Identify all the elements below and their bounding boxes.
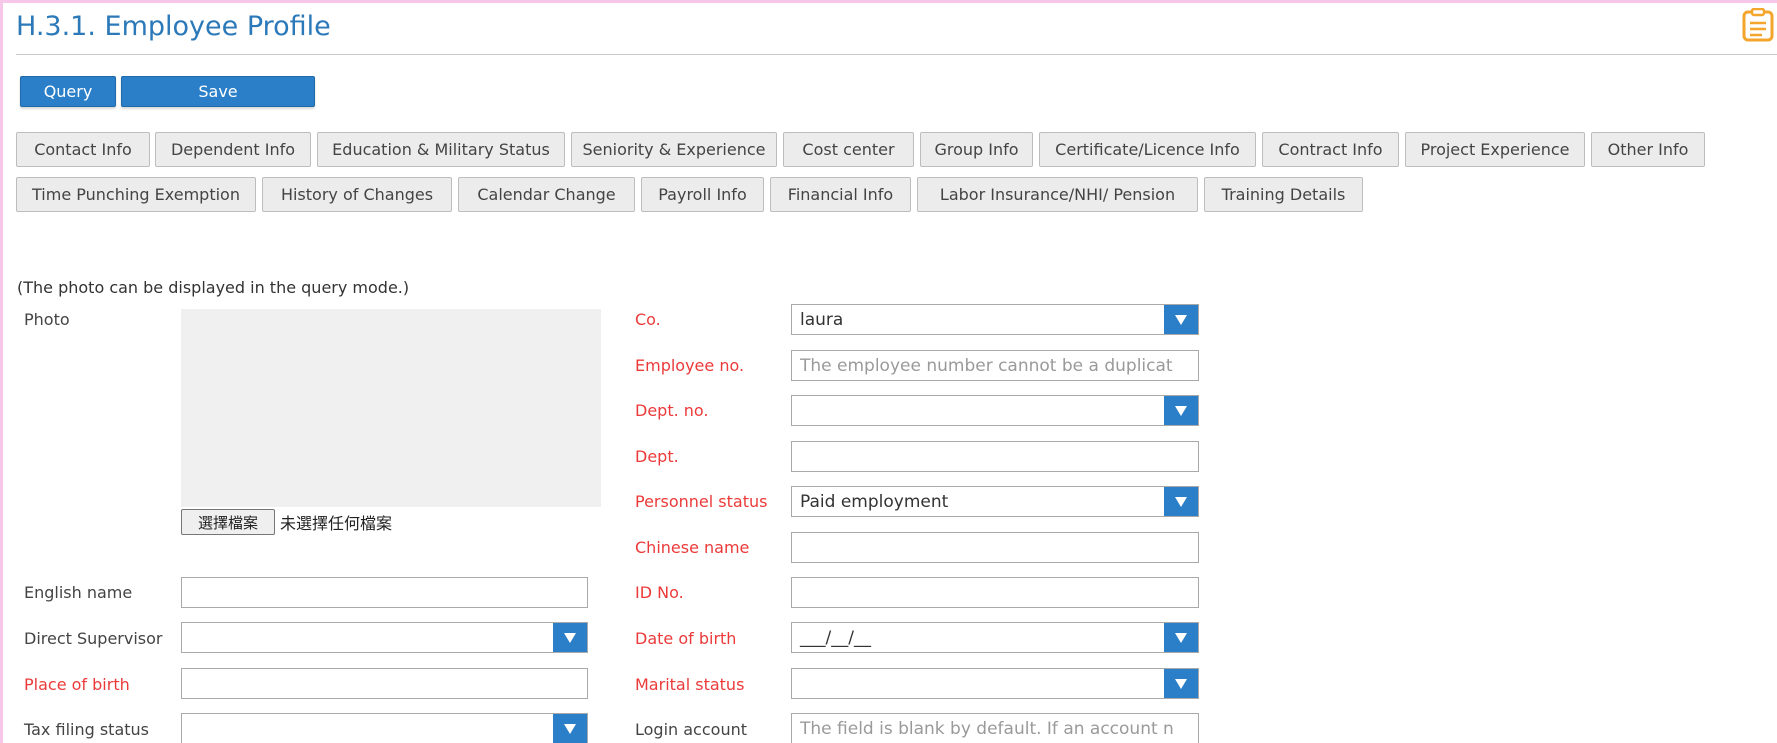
employee-no-label: Employee no. [635, 356, 745, 375]
chevron-down-icon[interactable] [553, 714, 587, 743]
direct-supervisor-label: Direct Supervisor [24, 629, 163, 648]
chevron-down-icon[interactable] [1164, 623, 1198, 652]
tab-contact-info[interactable]: Contact Info [16, 132, 150, 167]
tax-filing-status-label: Tax filing status [24, 720, 149, 739]
chevron-down-icon[interactable] [1164, 305, 1198, 334]
id-no-input[interactable] [791, 577, 1199, 608]
clipboard-icon[interactable] [1742, 8, 1774, 42]
chevron-down-icon[interactable] [1164, 396, 1198, 425]
tab-education-military-status[interactable]: Education & Military Status [317, 132, 565, 167]
tab-history-of-changes[interactable]: History of Changes [262, 177, 452, 212]
tab-calendar-change[interactable]: Calendar Change [458, 177, 635, 212]
company-value: laura [800, 309, 844, 330]
tab-seniority-experience[interactable]: Seniority & Experience [571, 132, 777, 167]
login-account-label: Login account [635, 720, 747, 739]
company-label: Co. [635, 310, 661, 329]
place-of-birth-input[interactable] [181, 668, 588, 699]
photo-preview [181, 309, 601, 507]
photo-label: Photo [24, 310, 70, 329]
chevron-down-icon[interactable] [1164, 487, 1198, 516]
tab-group-info[interactable]: Group Info [920, 132, 1033, 167]
dept-no-select[interactable] [791, 395, 1199, 426]
tab-dependent-info[interactable]: Dependent Info [155, 132, 311, 167]
tab-cost-center[interactable]: Cost center [783, 132, 914, 167]
company-select[interactable]: laura [791, 304, 1199, 335]
choose-file-button[interactable]: 選擇檔案 [181, 509, 275, 535]
english-name-label: English name [24, 583, 133, 602]
dept-no-label: Dept. no. [635, 401, 709, 420]
tab-contract-info[interactable]: Contract Info [1262, 132, 1399, 167]
save-button[interactable]: Save [121, 76, 315, 107]
query-button[interactable]: Query [20, 76, 116, 107]
place-of-birth-label: Place of birth [24, 675, 130, 694]
chevron-down-icon[interactable] [553, 623, 587, 652]
marital-status-label: Marital status [635, 675, 745, 694]
title-divider [16, 54, 1777, 55]
tab-labor-insurance-nhi-pension[interactable]: Labor Insurance/NHI/ Pension [917, 177, 1198, 212]
tab-project-experience[interactable]: Project Experience [1405, 132, 1585, 167]
tab-financial-info[interactable]: Financial Info [770, 177, 911, 212]
date-of-birth-value: ___/__/__ [800, 627, 871, 648]
tab-certificate-licence-info[interactable]: Certificate/Licence Info [1039, 132, 1256, 167]
personnel-status-label: Personnel status [635, 492, 768, 511]
date-of-birth-picker[interactable]: ___/__/__ [791, 622, 1199, 653]
personnel-status-value: Paid employment [800, 491, 949, 512]
tax-filing-status-select[interactable] [181, 713, 588, 743]
dept-label: Dept. [635, 447, 679, 466]
id-no-label: ID No. [635, 583, 684, 602]
tab-training-details[interactable]: Training Details [1204, 177, 1363, 212]
file-status-text: 未選擇任何檔案 [280, 514, 393, 533]
dept-input[interactable] [791, 441, 1199, 472]
chinese-name-label: Chinese name [635, 538, 750, 557]
photo-note: (The photo can be displayed in the query… [17, 278, 410, 297]
tab-payroll-info[interactable]: Payroll Info [641, 177, 764, 212]
employee-no-input[interactable]: The employee number cannot be a duplicat [791, 350, 1199, 381]
english-name-input[interactable] [181, 577, 588, 608]
chevron-down-icon[interactable] [1164, 669, 1198, 698]
marital-status-select[interactable] [791, 668, 1199, 699]
page-title: H.3.1. Employee Profile [16, 11, 331, 42]
personnel-status-select[interactable]: Paid employment [791, 486, 1199, 517]
direct-supervisor-select[interactable] [181, 622, 588, 653]
login-account-input[interactable]: The field is blank by default. If an acc… [791, 713, 1199, 743]
tab-other-info[interactable]: Other Info [1591, 132, 1705, 167]
chinese-name-input[interactable] [791, 532, 1199, 563]
tab-time-punching-exemption[interactable]: Time Punching Exemption [16, 177, 256, 212]
date-of-birth-label: Date of birth [635, 629, 737, 648]
